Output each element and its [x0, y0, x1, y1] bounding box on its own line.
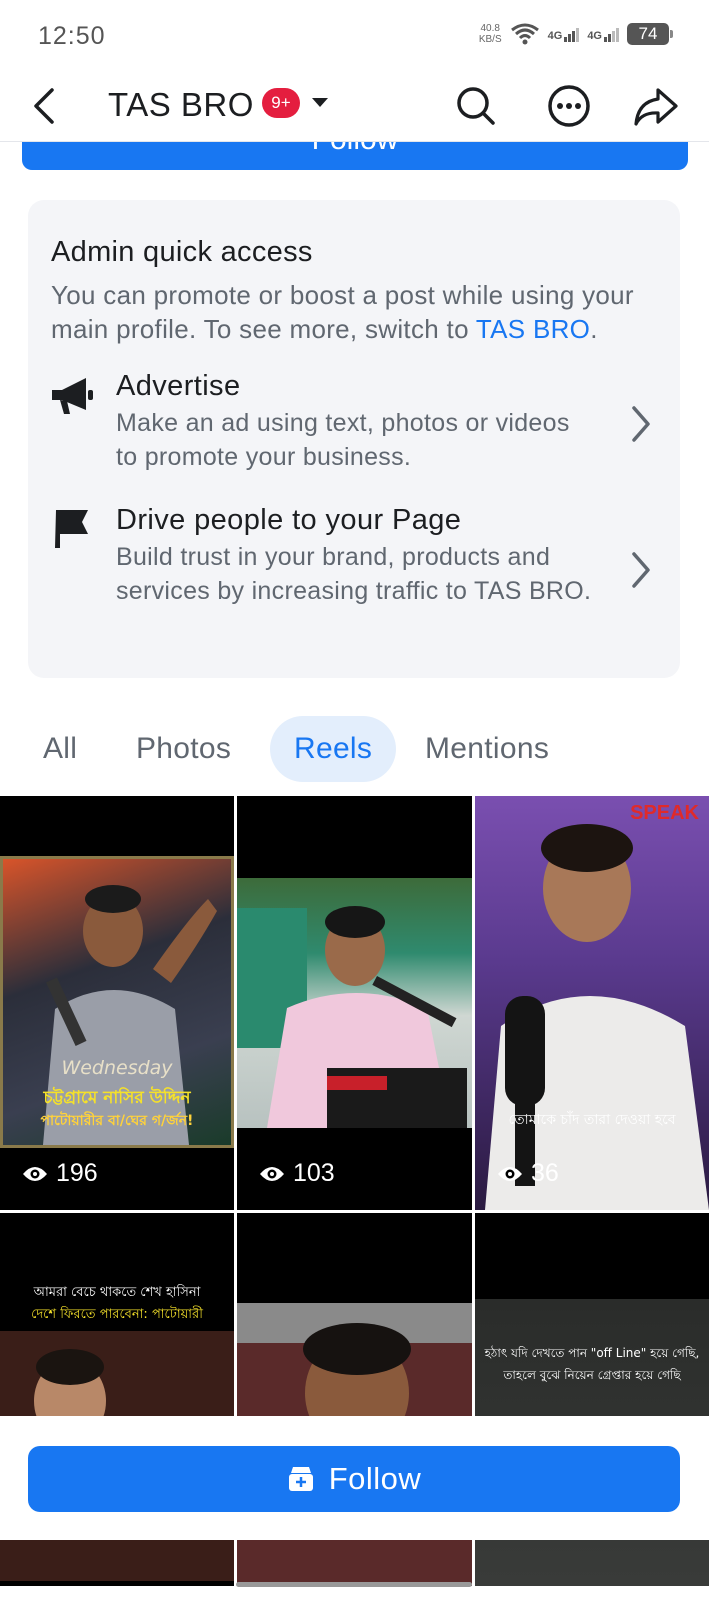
speaker-figure: [237, 906, 467, 1128]
chevron-right-icon: [632, 406, 650, 442]
back-arrow-icon[interactable]: [26, 84, 66, 128]
drive-traffic-description: Build trust in your brand, products and …: [116, 543, 592, 605]
megaphone-icon: [52, 378, 93, 414]
reel-thumbnail: Wednesday চট্টগ্রামে নাসির উদ্দিন পাটোয়…: [0, 856, 234, 1148]
content-tabs: All Photos Reels Mentions: [0, 716, 709, 782]
advertise-description: Make an ad using text, photos or videos …: [116, 409, 570, 471]
notification-badge[interactable]: 9+: [262, 88, 300, 118]
advertise-title: Advertise: [116, 370, 241, 402]
reel-item[interactable]: 103: [237, 796, 472, 1210]
flag-icon: [55, 510, 88, 548]
reel-item[interactable]: Wednesday চট্টগ্রামে নাসির উদ্দিন পাটোয়…: [0, 796, 234, 1210]
view-count: 103: [259, 1159, 335, 1188]
signal-1: 4G: [548, 26, 580, 42]
search-icon[interactable]: [452, 82, 500, 130]
network-speed: 40.8 KB/S: [478, 23, 502, 45]
share-icon[interactable]: [632, 82, 680, 130]
brand-logo: SPEAK: [630, 802, 699, 824]
advertise-item[interactable]: Advertise Make an ad using text, photos …: [28, 366, 680, 486]
chevron-down-icon[interactable]: [312, 98, 328, 107]
tab-all[interactable]: All: [43, 716, 77, 782]
signal-bars-icon: [604, 26, 619, 42]
page-header: TAS BRO 9+: [0, 72, 709, 142]
status-time: 12:50: [38, 22, 106, 50]
eye-icon: [260, 1166, 284, 1181]
reel-item[interactable]: SPEAK তোমাকে চাঁদ তারা দেওয়া হবে 36: [475, 796, 709, 1210]
wifi-icon: [510, 23, 539, 45]
signal-bars-icon: [564, 26, 580, 42]
admin-quick-access-card: Admin quick access You can promote or bo…: [28, 200, 680, 678]
follow-bar: Follow: [0, 1416, 709, 1540]
status-bar: 12:50 40.8 KB/S 4G 4G 74: [0, 0, 709, 72]
drive-traffic-item[interactable]: Drive people to your Page Build trust in…: [28, 500, 680, 650]
page-title[interactable]: TAS BRO: [108, 86, 254, 124]
signal-2: 4G: [587, 26, 619, 42]
follow-icon: [288, 1467, 313, 1491]
tab-mentions[interactable]: Mentions: [425, 716, 549, 782]
status-icons: 40.8 KB/S 4G 4G 74: [478, 22, 673, 46]
reel-thumbnail: [485, 824, 709, 1210]
eye-icon: [23, 1166, 47, 1181]
tab-reels[interactable]: Reels: [270, 716, 397, 782]
drive-traffic-title: Drive people to your Page: [116, 504, 462, 536]
view-count: 196: [22, 1159, 98, 1188]
admin-card-description: You can promote or boost a post while us…: [51, 280, 634, 344]
admin-card-title: Admin quick access: [51, 236, 313, 268]
home-indicator[interactable]: [236, 1582, 472, 1587]
reel-thumbnail: [237, 878, 472, 1128]
eye-icon: [498, 1166, 522, 1181]
tab-photos[interactable]: Photos: [136, 716, 231, 782]
more-options-icon[interactable]: [545, 82, 593, 130]
chevron-right-icon: [632, 552, 650, 588]
switch-profile-link[interactable]: TAS BRO: [476, 314, 590, 344]
view-count: 36: [497, 1159, 559, 1188]
battery-indicator: 74: [627, 23, 673, 45]
follow-button[interactable]: Follow: [28, 1446, 680, 1512]
